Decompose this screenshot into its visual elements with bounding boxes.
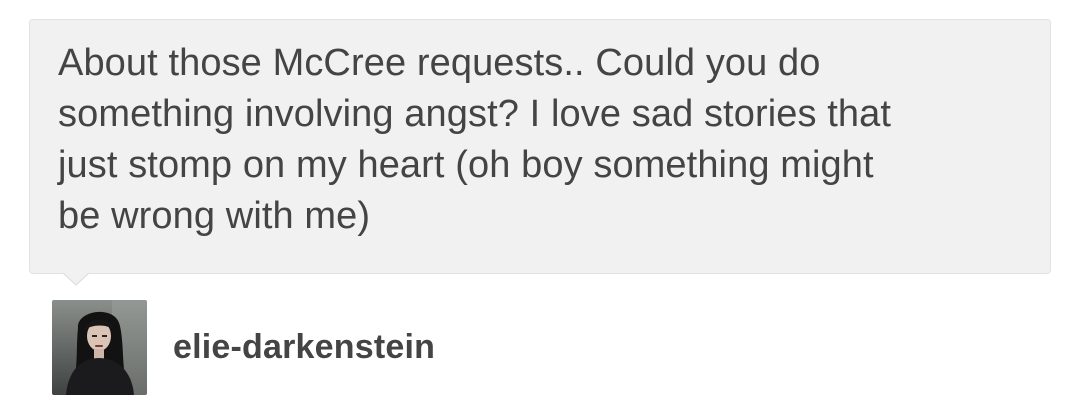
ask-line: About those McCree requests.. Could you … bbox=[58, 42, 821, 84]
ask-line: something involving angst? I love sad st… bbox=[58, 93, 892, 135]
ask-line: just stomp on my heart (oh boy something… bbox=[58, 144, 874, 186]
ask-bubble: About those McCree requests.. Could you … bbox=[29, 19, 1051, 274]
ask-line: be wrong with me) bbox=[58, 195, 371, 237]
asker-info[interactable]: elie-darkenstein bbox=[52, 300, 435, 395]
ask-post: About those McCree requests.. Could you … bbox=[0, 0, 1080, 405]
user-avatar-icon bbox=[52, 300, 147, 395]
bubble-tail-fill bbox=[63, 272, 89, 284]
asker-username[interactable]: elie-darkenstein bbox=[173, 328, 435, 367]
ask-message: About those McCree requests.. Could you … bbox=[58, 38, 1022, 242]
avatar[interactable] bbox=[52, 300, 147, 395]
